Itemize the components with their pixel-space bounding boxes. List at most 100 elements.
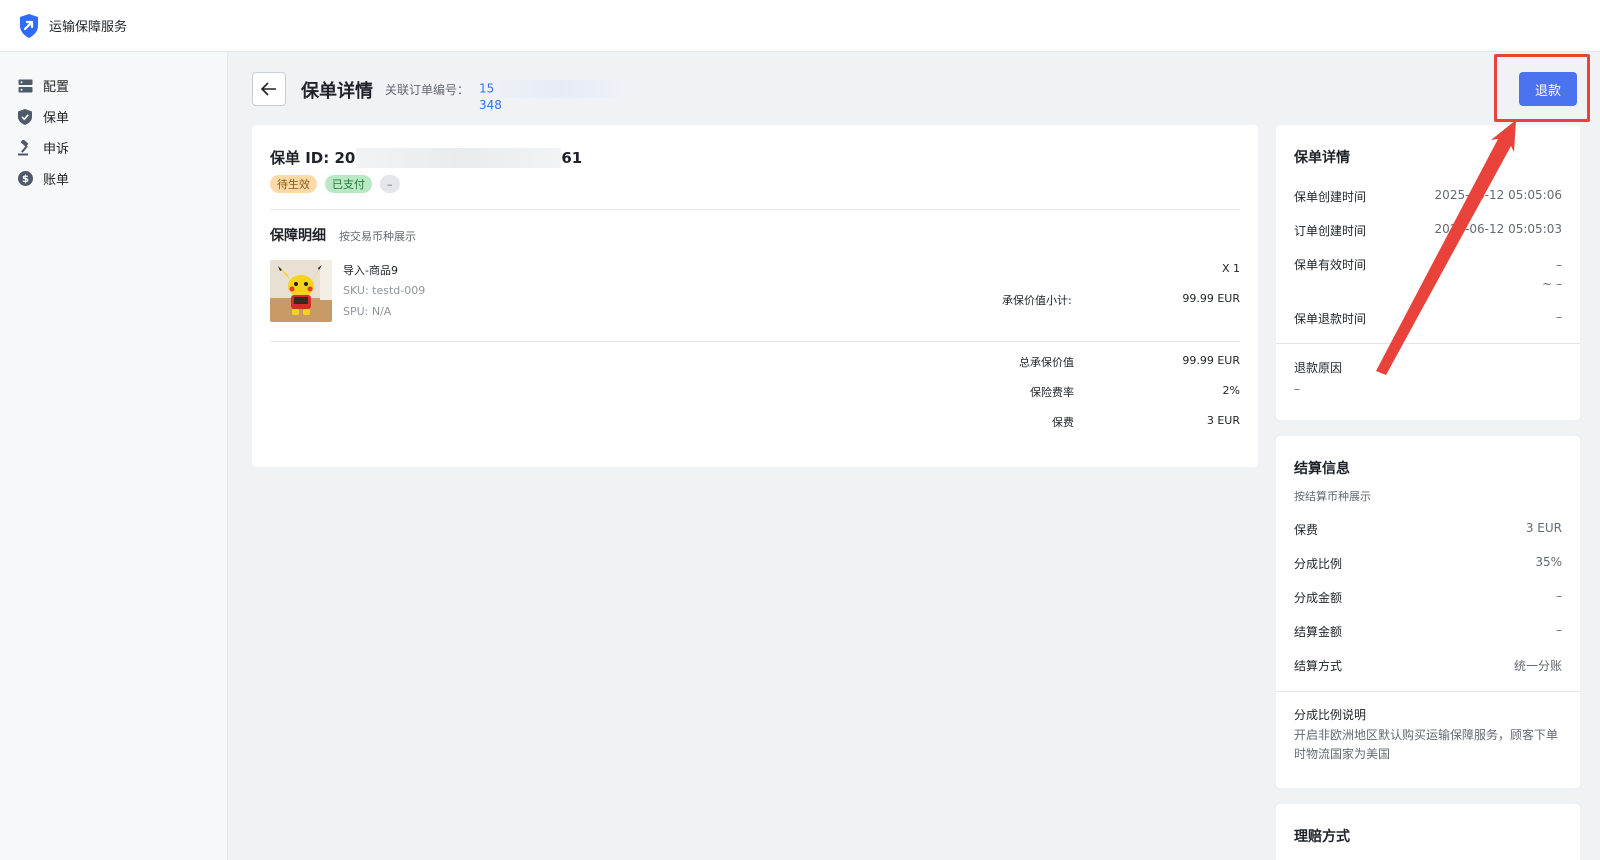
redaction-mask xyxy=(496,80,620,98)
sidebar-item-label: 账单 xyxy=(43,173,70,188)
settlement-row-share-amount: 分成金额 – xyxy=(1294,589,1562,606)
arrow-left-icon xyxy=(261,82,276,96)
subtotal-label: 承保价值小计: xyxy=(1002,294,1072,307)
detail-value: 2025-06-12 05:05:03 xyxy=(1434,222,1562,236)
summary-label: 保费 xyxy=(1052,416,1074,429)
policy-id-prefix: 20 xyxy=(334,148,356,167)
gavel-icon xyxy=(17,139,33,156)
sidebar: 配置 保单 申诉 $ 账单 xyxy=(0,52,228,860)
card-title: 保单详情 xyxy=(1294,150,1350,166)
card-title: 结算信息 xyxy=(1294,461,1350,477)
app-logo-icon xyxy=(20,13,38,38)
settlement-row-method: 结算方式 统一分账 xyxy=(1294,657,1562,674)
policy-id-label: 保单 ID: xyxy=(270,149,330,167)
product-spu: SPU: N/A xyxy=(343,305,392,318)
dollar-icon: $ xyxy=(17,171,33,187)
summary-row-premium: 保费 3 EUR xyxy=(952,414,1240,430)
app-title: 运输保障服务 xyxy=(49,20,128,35)
redaction-mask xyxy=(356,147,562,168)
valid-to: ~ – xyxy=(1542,277,1562,291)
product-image xyxy=(270,260,332,322)
detail-value: – ~ – xyxy=(1542,256,1562,294)
settlement-row-premium: 保费 3 EUR xyxy=(1294,521,1562,538)
status-badge-paid: 已支付 xyxy=(325,175,372,193)
refund-button[interactable]: 退款 xyxy=(1519,72,1577,106)
summary-label: 保险费率 xyxy=(1030,386,1074,399)
detail-row-refund-time: 保单退款时间 – xyxy=(1294,310,1562,327)
status-badge-empty: – xyxy=(380,175,400,193)
detail-label: 订单创建时间 xyxy=(1294,224,1367,238)
settlement-value: 35% xyxy=(1535,555,1562,569)
summary-value: 99.99 EUR xyxy=(1182,354,1240,367)
card-subtitle: 按结算币种展示 xyxy=(1294,490,1371,503)
coverage-section-title: 保障明细 xyxy=(270,228,326,244)
settlement-label: 结算方式 xyxy=(1294,659,1343,673)
subtotal-value: 99.99 EUR xyxy=(1182,292,1240,305)
detail-label: 保单退款时间 xyxy=(1294,312,1367,326)
settlement-label: 保费 xyxy=(1294,523,1319,537)
policy-details-card: 保单详情 保单创建时间 2025-06-12 05:05:06 订单创建时间 2… xyxy=(1276,125,1580,420)
order-number-link[interactable]: 15348 xyxy=(479,80,644,112)
summary-row-total-value: 总承保价值 99.99 EUR xyxy=(952,354,1240,370)
config-icon xyxy=(17,78,33,94)
settlement-value: – xyxy=(1556,623,1562,637)
top-bar: 运输保障服务 xyxy=(0,0,1600,52)
detail-value: – xyxy=(1556,310,1562,324)
claims-card: 理赔方式 xyxy=(1276,804,1580,860)
detail-label: 保单创建时间 xyxy=(1294,190,1367,204)
settlement-value: 3 EUR xyxy=(1525,521,1562,535)
settlement-label: 结算金额 xyxy=(1294,625,1343,639)
settlement-row-share-ratio: 分成比例 35% xyxy=(1294,555,1562,572)
sidebar-item-label: 配置 xyxy=(43,80,70,95)
share-note-title: 分成比例说明 xyxy=(1294,706,1562,723)
order-number-prefix: 15 xyxy=(479,81,495,96)
sidebar-item-bill[interactable]: $ 账单 xyxy=(0,163,227,194)
coverage-section-subtitle: 按交易币种展示 xyxy=(339,230,416,243)
divider xyxy=(270,209,1240,210)
note-title: 分成比例说明 xyxy=(1294,708,1367,722)
detail-value: 2025-06-12 05:05:06 xyxy=(1434,188,1562,202)
summary-row-rate: 保险费率 2% xyxy=(952,384,1240,400)
policy-card: 保单 ID: 20 61 待生效 已支付 – 保障明细 按交易币种展示 导入-商… xyxy=(252,125,1258,467)
settlement-row-amount: 结算金额 – xyxy=(1294,623,1562,640)
order-number-label: 关联订单编号： xyxy=(385,83,470,97)
settlement-value: 统一分账 xyxy=(1513,659,1562,673)
sidebar-item-label: 申诉 xyxy=(43,142,70,157)
back-button[interactable] xyxy=(252,72,286,106)
divider xyxy=(270,341,1240,342)
share-note-text: 开启非欧洲地区默认购买运输保障服务，顾客下单时物流国家为美国 xyxy=(1294,728,1559,761)
summary-value: 2% xyxy=(1222,384,1240,397)
product-name: 导入-商品9 xyxy=(343,264,398,277)
detail-label: 保单有效时间 xyxy=(1294,258,1367,272)
sidebar-item-appeal[interactable]: 申诉 xyxy=(0,132,227,163)
detail-row-policy-created: 保单创建时间 2025-06-12 05:05:06 xyxy=(1294,188,1562,205)
detail-row-order-created: 订单创建时间 2025-06-12 05:05:03 xyxy=(1294,222,1562,239)
valid-from: – xyxy=(1556,258,1562,272)
policy-id-suffix: 61 xyxy=(561,148,583,167)
divider xyxy=(1276,343,1580,344)
refund-reason-value: – xyxy=(1294,382,1300,396)
summary-value: 3 EUR xyxy=(1206,414,1240,427)
product-sku: SKU: testd-009 xyxy=(343,284,426,297)
settlement-card: 结算信息 按结算币种展示 保费 3 EUR 分成比例 35% 分成金额 – 结算… xyxy=(1276,436,1580,788)
page-title: 保单详情 xyxy=(301,81,373,102)
settlement-value: – xyxy=(1556,589,1562,603)
sidebar-item-config[interactable]: 配置 xyxy=(0,70,227,101)
sidebar-item-policy[interactable]: 保单 xyxy=(0,101,227,132)
refund-reason-label: 退款原因 xyxy=(1294,359,1562,376)
status-badge-pending: 待生效 xyxy=(270,175,317,193)
detail-label: 退款原因 xyxy=(1294,361,1343,375)
status-tags: 待生效 已支付 – xyxy=(270,175,400,193)
svg-text:$: $ xyxy=(22,174,29,185)
sidebar-item-label: 保单 xyxy=(43,111,70,126)
settlement-label: 分成比例 xyxy=(1294,557,1343,571)
order-number-suffix: 348 xyxy=(479,98,502,112)
shield-icon xyxy=(17,108,33,125)
detail-row-valid-time: 保单有效时间 – ~ – xyxy=(1294,256,1562,294)
divider xyxy=(1276,691,1580,692)
summary-label: 总承保价值 xyxy=(1019,356,1074,369)
product-quantity: X 1 xyxy=(1221,262,1240,275)
card-title: 理赔方式 xyxy=(1294,829,1350,845)
settlement-label: 分成金额 xyxy=(1294,591,1343,605)
policy-id: 保单 ID: 20 61 xyxy=(270,147,582,168)
